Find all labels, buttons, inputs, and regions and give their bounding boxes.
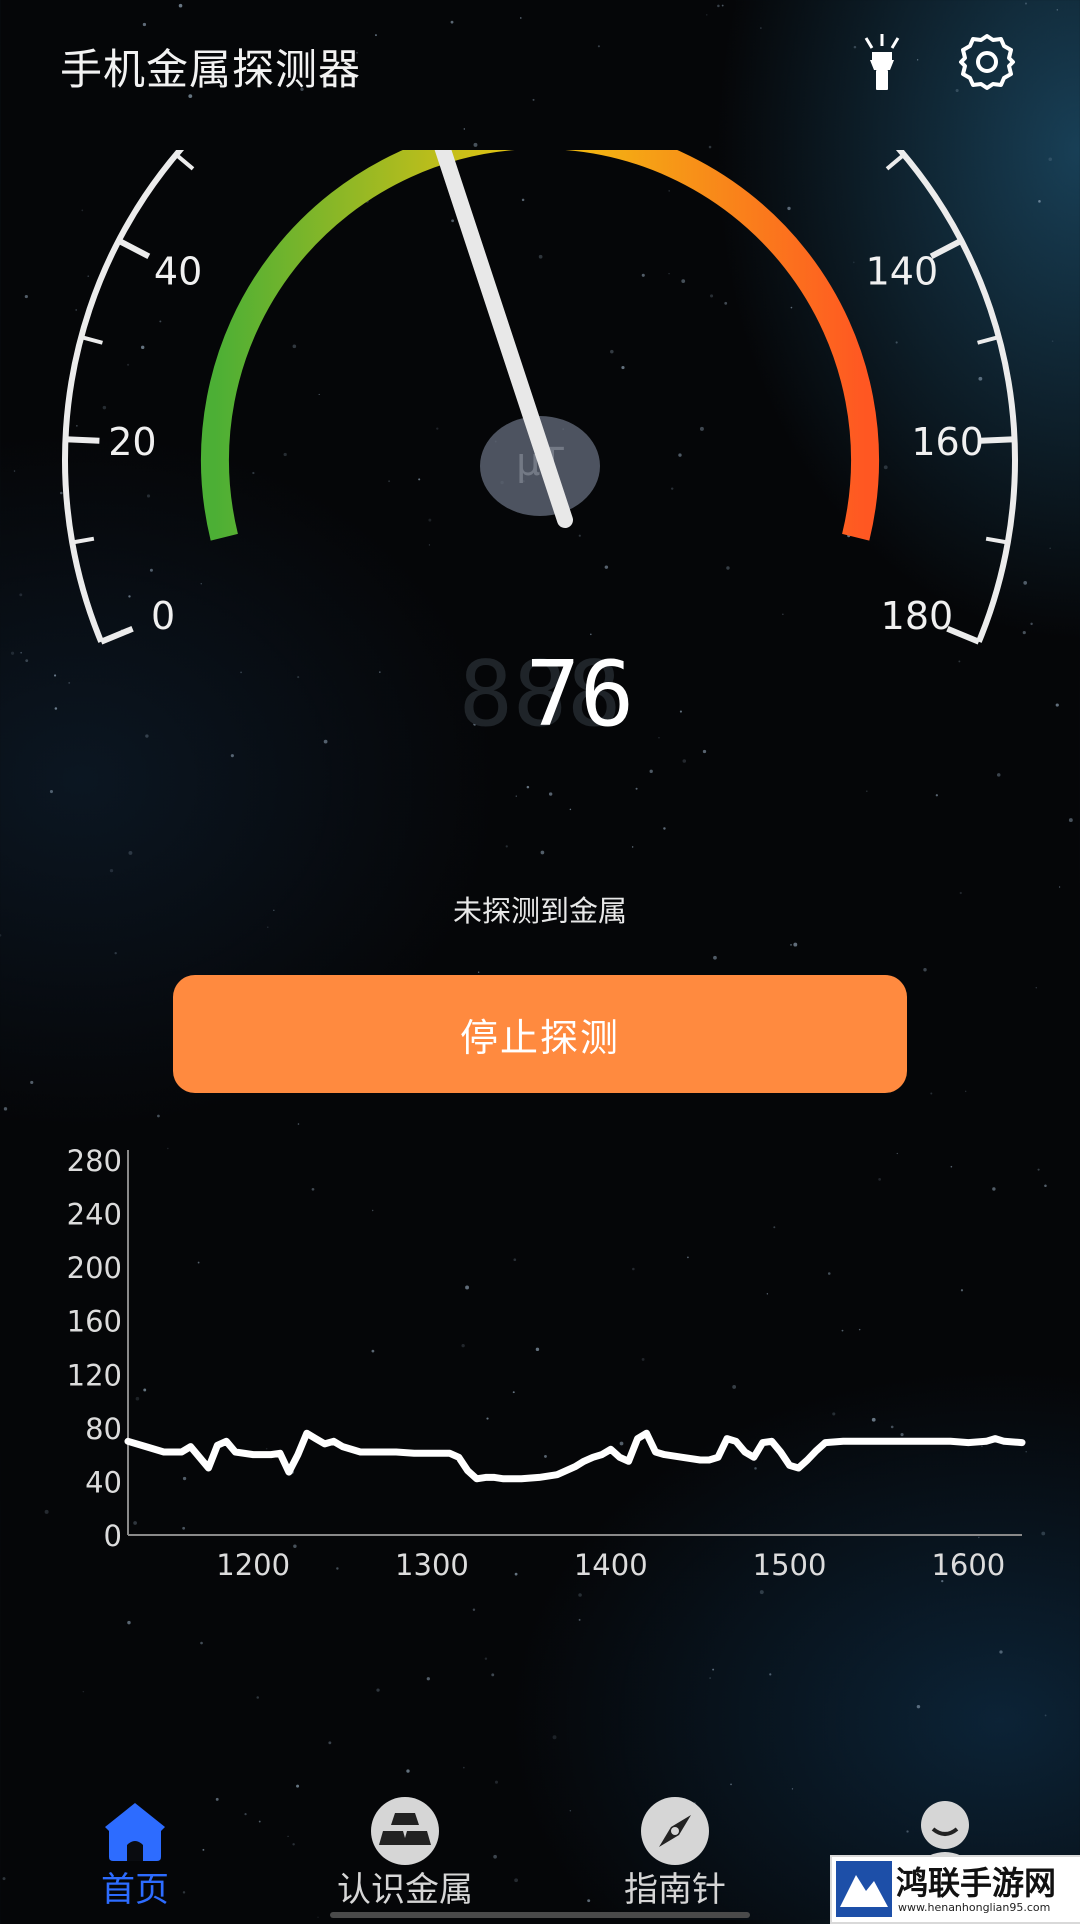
tab-home[interactable]: 首页 <box>35 1780 235 1920</box>
gauge-tick <box>174 153 195 171</box>
tab-know-metals-label: 认识金属 <box>337 1870 473 1910</box>
gauge-tick <box>117 238 151 260</box>
gold-bars-icon <box>371 1797 439 1865</box>
gauge-scale-label: 60 <box>267 150 315 158</box>
chart-y-tick-label: 160 <box>67 1305 122 1339</box>
stop-detection-button[interactable]: 停止探测 <box>173 975 907 1093</box>
gauge-tick <box>980 436 1015 444</box>
watermark-badge: 鸿联手游网 www.henanhonglian95.com <box>830 1855 1080 1924</box>
tab-home-label: 首页 <box>101 1870 169 1910</box>
chart-y-tick-label: 280 <box>67 1144 122 1178</box>
chart-x-tick-label: 1500 <box>753 1548 827 1582</box>
gauge-scale-label: 160 <box>911 420 984 464</box>
home-indicator <box>330 1912 750 1918</box>
gauge-tick <box>100 625 134 645</box>
gauge-tick <box>985 536 1009 545</box>
watermark-logo-icon <box>836 1861 892 1917</box>
chart-y-tick-label: 0 <box>104 1519 122 1553</box>
gauge: 020406080100120140160180 μT 888 76 <box>62 150 1018 747</box>
digital-reading: 76 <box>526 642 634 747</box>
compass-icon <box>641 1797 709 1865</box>
tab-know-metals[interactable]: 认识金属 <box>305 1780 505 1920</box>
chart-series-line <box>124 1429 1026 1483</box>
gauge-tick <box>71 536 95 545</box>
gauge-tick <box>977 335 1000 345</box>
gauge-scale-label: 40 <box>154 250 202 294</box>
gauge-tick <box>80 335 103 345</box>
settings-gear-icon[interactable] <box>955 30 1019 94</box>
chart-y-tick-label: 200 <box>67 1251 122 1285</box>
watermark-name: 鸿联手游网 <box>896 1864 1057 1902</box>
app-title: 手机金属探测器 <box>60 45 362 94</box>
magnetic-field-chart: 0 40 80 120 160 200 240 280 1200 1300 1400 1500 1600 <box>67 1144 1026 1582</box>
chart-y-tick-label: 40 <box>85 1465 122 1499</box>
gauge-tick <box>65 436 100 444</box>
detection-status: 未探测到金属 <box>452 894 627 928</box>
gauge-tick <box>885 153 906 171</box>
gauge-scale-label: 0 <box>151 594 175 638</box>
tab-compass-label: 指南针 <box>624 1870 726 1910</box>
chart-x-tick-label: 1200 <box>216 1548 290 1582</box>
flashlight-icon[interactable] <box>850 30 914 94</box>
gauge-scale-label: 120 <box>752 150 825 158</box>
chart-y-tick-label: 80 <box>85 1412 122 1446</box>
gauge-scale-label: 180 <box>881 594 954 638</box>
chart-x-tick-label: 1400 <box>574 1548 648 1582</box>
gauge-scale-label: 20 <box>108 420 156 464</box>
chart-y-tick-label: 240 <box>67 1198 122 1232</box>
gauge-scale-label: 140 <box>866 250 939 294</box>
chart-x-tick-label: 1600 <box>931 1548 1005 1582</box>
tab-compass[interactable]: 指南针 <box>575 1780 775 1920</box>
chart-x-tick-label: 1300 <box>395 1548 469 1582</box>
home-icon <box>105 1803 165 1861</box>
watermark-url: www.henanhonglian95.com <box>898 1901 1051 1914</box>
chart-y-tick-label: 120 <box>67 1358 122 1392</box>
